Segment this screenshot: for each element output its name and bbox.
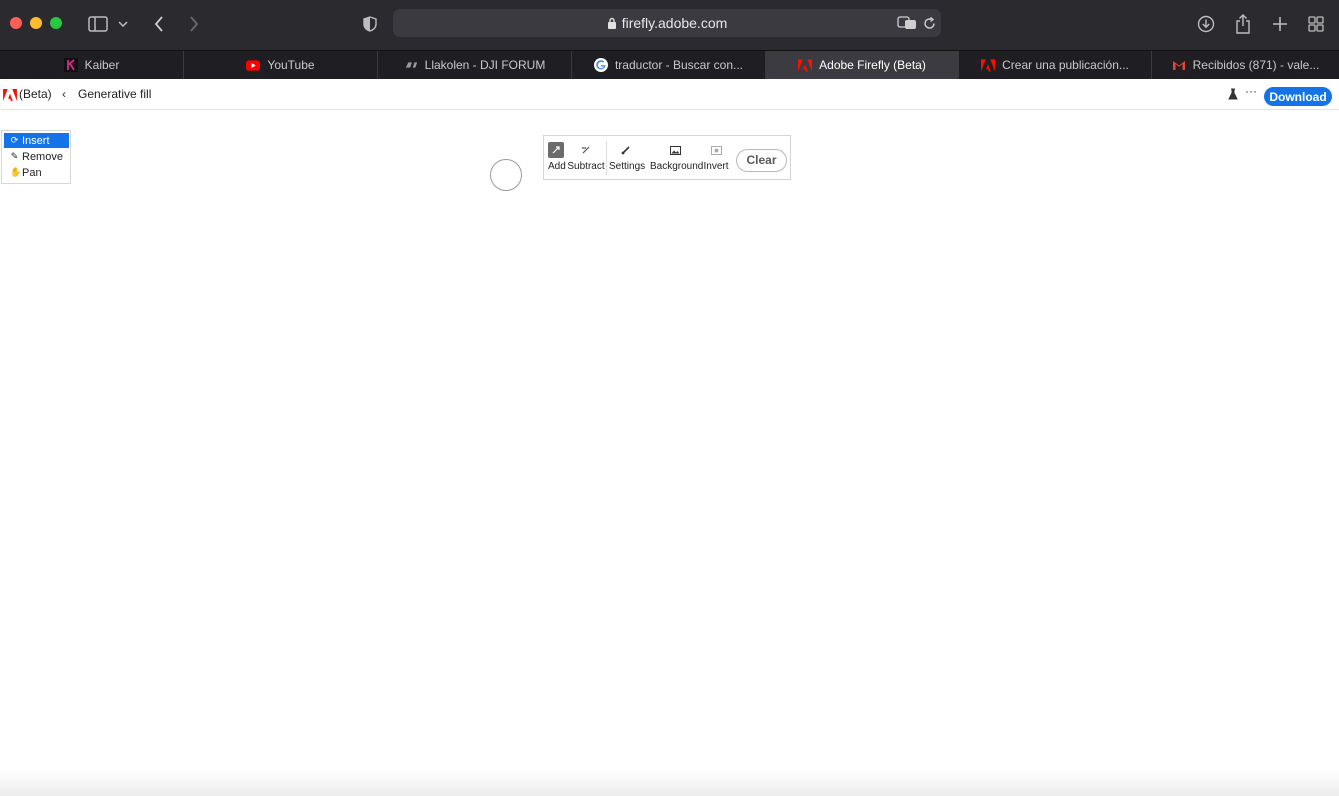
tab-label: Kaiber [84,58,120,72]
add-label: Add [548,161,566,172]
share-icon[interactable] [1232,13,1254,35]
tab-google-search[interactable]: traductor - Buscar con... [572,51,766,79]
adobe-icon [981,58,996,72]
breadcrumb: Generative fill [78,87,152,101]
hand-icon: ✋ [10,167,22,177]
tool-remove[interactable]: ✎ Remove [4,149,69,164]
tab-label: YouTube [267,58,315,72]
invert-label: Invert [703,161,729,172]
chevron-down-icon[interactable] [116,13,130,35]
invert-button[interactable]: Invert [703,142,729,176]
tab-label: traductor - Buscar con... [614,58,744,72]
downloads-icon[interactable] [1195,13,1217,35]
tab-label: Crear una publicación... [1002,58,1129,72]
clear-button[interactable]: Clear [736,149,787,172]
tool-pan[interactable]: ✋ Pan [4,165,69,180]
insert-icon: ⟳ [10,135,19,145]
reload-icon[interactable] [918,12,940,34]
background-button[interactable]: Background [650,142,704,176]
google-icon [593,58,608,72]
download-button[interactable]: Download [1264,87,1332,106]
minimize-window-button[interactable] [30,17,42,29]
subtract-brush-icon [567,142,605,158]
forward-icon[interactable] [183,13,205,35]
url-value: firefly.adobe.com [621,15,728,31]
tab-kaiber[interactable]: Kaiber [0,51,184,79]
add-button[interactable]: Add [548,142,566,176]
more-icon[interactable]: ··· [1245,84,1257,98]
toolbar-divider [606,141,607,175]
youtube-icon [246,58,261,72]
tab-label: Adobe Firefly (Beta) [819,58,926,72]
back-chevron-icon[interactable]: ‹ [62,87,66,101]
tab-bar: Kaiber YouTube Llakolen - DJI FORUM trad… [0,50,1339,79]
close-window-button[interactable] [10,17,22,29]
image-icon [650,142,700,158]
tab-label: Recibidos (871) - vale... [1192,58,1320,72]
bottom-shadow [0,770,1339,796]
adobe-icon [798,58,813,72]
tab-gmail[interactable]: Recibidos (871) - vale... [1152,51,1339,79]
add-brush-icon [548,142,564,158]
address-bar[interactable]: firefly.adobe.com [393,9,941,37]
tab-youtube[interactable]: YouTube [184,51,378,79]
tab-adobe-firefly[interactable]: Adobe Firefly (Beta) [766,51,959,79]
gmail-icon [1172,58,1186,72]
tab-crear-publicacion[interactable]: Crear una publicación... [959,51,1152,79]
tab-dji-forum[interactable]: Llakolen - DJI FORUM [378,51,572,79]
tool-label: Pan [22,166,42,179]
settings-label: Settings [609,161,646,172]
brush-icon [609,142,643,158]
flask-icon[interactable] [1228,87,1238,105]
invert-icon [703,142,729,158]
tool-label: Insert [22,134,50,147]
sidebar-icon[interactable] [87,13,109,35]
new-tab-icon[interactable] [1269,13,1291,35]
adobe-logo-icon[interactable] [3,88,17,106]
translate-icon[interactable] [896,12,918,34]
beta-label: (Beta) [19,87,52,101]
subtract-label: Subtract [567,161,605,172]
url-text: firefly.adobe.com [393,9,941,37]
tool-insert[interactable]: ⟳ Insert [4,133,69,148]
kaiber-icon [63,58,78,72]
dji-icon [404,58,418,72]
settings-button[interactable]: Settings [609,142,646,176]
tab-label: Llakolen - DJI FORUM [424,58,546,72]
zoom-window-button[interactable] [50,17,62,29]
brush-cursor [490,159,522,191]
tool-label: Remove [22,150,63,163]
tool-panel: ⟳ Insert ✎ Remove ✋ Pan [1,130,71,184]
background-label: Background [650,161,704,172]
back-icon[interactable] [148,13,170,35]
subtract-button[interactable]: Subtract [567,142,605,176]
app-header: (Beta) ‹ Generative fill ··· [0,79,1339,110]
tab-overview-icon[interactable] [1305,13,1327,35]
privacy-shield-icon[interactable] [359,13,381,35]
remove-icon: ✎ [10,151,19,161]
lock-icon [607,10,617,38]
browser-toolbar: firefly.adobe.com [0,0,1339,50]
